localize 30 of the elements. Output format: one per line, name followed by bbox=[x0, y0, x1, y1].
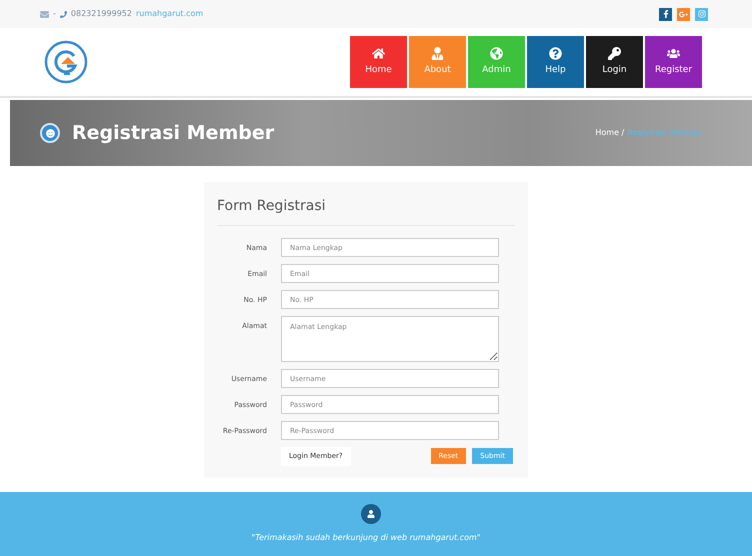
phone-icon bbox=[60, 10, 67, 18]
banner-icon bbox=[40, 123, 60, 143]
instagram-button[interactable] bbox=[695, 8, 708, 20]
google-plus-icon bbox=[679, 10, 688, 18]
globe-icon bbox=[490, 46, 503, 60]
nav-tile[interactable]: Home bbox=[350, 36, 407, 88]
facebook-icon bbox=[662, 10, 670, 18]
nav-tile[interactable]: About bbox=[409, 36, 466, 88]
breadcrumb-link[interactable]: Home / bbox=[595, 127, 624, 139]
nav-tile[interactable]: Help bbox=[527, 36, 584, 88]
logo-icon[interactable] bbox=[44, 40, 88, 84]
nav-tile[interactable]: Login bbox=[586, 36, 643, 88]
help-icon bbox=[549, 46, 562, 60]
email-link[interactable]: rumahgarut.com bbox=[136, 8, 204, 20]
instagram-icon bbox=[698, 10, 706, 18]
facebook-button[interactable] bbox=[659, 8, 672, 20]
page-title: Registrasi Member bbox=[72, 120, 274, 146]
nav-tile[interactable]: Register bbox=[645, 36, 702, 88]
user-icon bbox=[361, 504, 381, 524]
google-plus-button[interactable] bbox=[677, 8, 690, 20]
form-title: Form Registrasi bbox=[217, 196, 515, 226]
footer-quote: "Terimakasih sudah berkunjung di web rumahgarut.com" bbox=[252, 532, 480, 544]
separator: - bbox=[53, 8, 56, 20]
users-icon bbox=[667, 46, 680, 60]
mail-icon bbox=[40, 10, 49, 18]
nav-tile[interactable]: Admin bbox=[468, 36, 525, 88]
phone-number: 082321999952 bbox=[70, 8, 132, 20]
key-icon bbox=[608, 46, 621, 60]
home-icon bbox=[372, 46, 385, 60]
person-icon bbox=[431, 46, 444, 60]
